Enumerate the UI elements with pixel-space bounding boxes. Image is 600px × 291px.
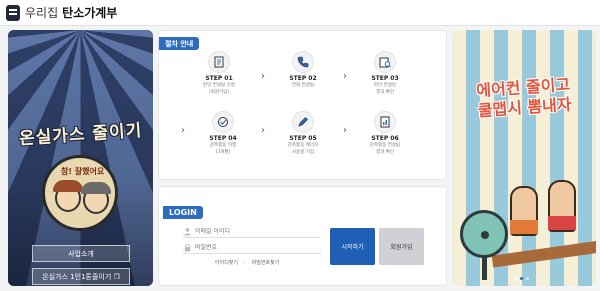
report-icon [374,111,396,133]
carousel-indicator [514,277,529,280]
carousel-dot[interactable] [526,277,529,280]
kids-illustration: 참! 잘했어요 [42,155,118,231]
step-05: STEP 05 감축활동 에너지 사용량 기입 [265,111,341,156]
application-form-icon [208,51,230,73]
login-button[interactable]: 시작하기 [330,228,375,265]
business-intro-button[interactable]: 사업소개 [32,245,130,262]
logo-icon[interactable] [6,4,20,21]
one-ton-reduction-button[interactable]: 온실가스 1인1톤줄이기 ❐ [32,268,130,285]
find-id-link[interactable]: 아이디찾기 [209,259,244,266]
step-06: STEP 06 감축활동 컨설팅 결과 확인 [347,111,423,156]
brand-name[interactable]: 탄소가계부 [62,4,117,21]
step-03: STEP 03 탄단 컨설팅 결과 확인 [347,51,423,96]
phone-icon [292,51,314,73]
password-input[interactable] [195,244,315,251]
lock-icon [184,243,191,252]
result-check-icon [374,51,396,73]
email-field [183,226,321,238]
right-banner[interactable]: 에어컨 줄이고 쿨맵시 뽐내자 [452,30,596,286]
email-input[interactable] [195,228,315,235]
carousel-dot[interactable] [514,277,517,280]
user-icon [183,228,192,236]
carousel-dot-active[interactable] [520,277,523,280]
fan-illustration [460,210,508,258]
step-02: STEP 02 전화 컨설팅 [265,51,341,90]
account-links: 아이디찾기 | 비밀번호찾기 [209,259,285,266]
activity-icon [212,111,234,133]
step-01: STEP 01 탄단 컨설팅 신청 (회원가입) [181,51,257,96]
process-tag: 절차 안내 [159,37,200,50]
process-guide-panel: 절차 안내 STEP 01 탄단 컨설팅 신청 (회원가입) › STEP 02… [158,30,447,180]
pencil-icon [292,111,314,133]
login-panel: LOGIN 아이디찾기 | 비밀번호찾기 시작하기 회원가입 [158,186,447,286]
praise-badge: 참! 잘했어요 [61,167,105,176]
brand-prefix[interactable]: 우리집 [25,4,58,21]
password-field [183,242,321,254]
top-header: 우리집 탄소가계부 [0,0,600,26]
login-title: LOGIN [163,206,203,219]
left-banner: 온실가스 줄이기 참! 잘했어요 사업소개 온실가스 1인1톤줄이기 ❐ [8,30,153,286]
join-button[interactable]: 회원가입 [379,228,424,265]
find-password-link[interactable]: 비밀번호찾기 [246,259,286,266]
step-04: STEP 04 감축활동 이행 (3개월) [185,111,261,156]
